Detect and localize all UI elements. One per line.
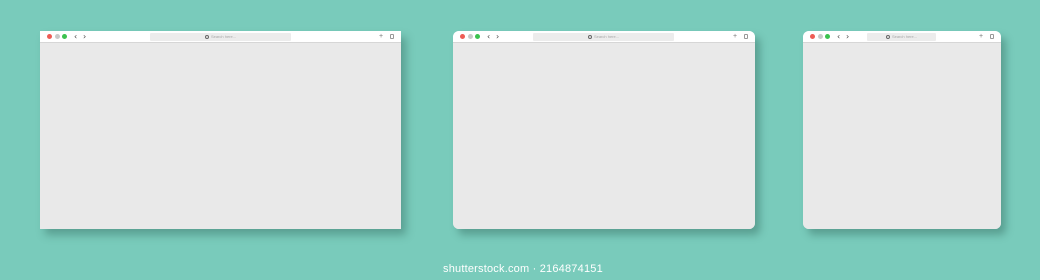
close-button[interactable] [810, 34, 815, 39]
back-arrow-icon[interactable]: ‹ [837, 31, 840, 42]
search-icon [885, 35, 890, 39]
search-icon [587, 35, 592, 39]
browser-window: ‹ › Search here... + [40, 31, 401, 229]
page-viewport[interactable] [40, 43, 401, 229]
maximize-button[interactable] [825, 34, 830, 39]
minimize-button[interactable] [468, 34, 473, 39]
address-bar[interactable]: Search here... [867, 33, 936, 41]
maximize-button[interactable] [62, 34, 67, 39]
forward-arrow-icon[interactable]: › [846, 31, 849, 42]
address-bar[interactable]: Search here... [533, 33, 674, 41]
back-arrow-icon[interactable]: ‹ [487, 31, 490, 42]
close-button[interactable] [460, 34, 465, 39]
search-placeholder: Search here... [891, 34, 918, 39]
minimize-button[interactable] [818, 34, 823, 39]
page-viewport[interactable] [453, 43, 755, 229]
forward-arrow-icon[interactable]: › [83, 31, 86, 42]
browser-toolbar: ‹ › Search here... + [453, 31, 755, 43]
search-placeholder: Search here... [210, 34, 237, 39]
browser-toolbar: ‹ › Search here... + [803, 31, 1001, 43]
maximize-button[interactable] [475, 34, 480, 39]
browser-window: ‹ › Search here... + [453, 31, 755, 229]
search-icon [204, 35, 209, 39]
close-button[interactable] [47, 34, 52, 39]
mockup-canvas: ‹ › Search here... + ‹ › Search here... … [0, 0, 1040, 280]
new-tab-button[interactable]: + [733, 31, 737, 42]
address-bar[interactable]: Search here... [150, 33, 291, 41]
search-placeholder: Search here... [593, 34, 620, 39]
browser-window: ‹ › Search here... + [803, 31, 1001, 229]
browser-toolbar: ‹ › Search here... + [40, 31, 401, 43]
new-tab-button[interactable]: + [979, 31, 983, 42]
minimize-button[interactable] [55, 34, 60, 39]
new-tab-button[interactable]: + [379, 31, 383, 42]
copy-icon[interactable] [990, 34, 994, 39]
watermark: shutterstock.com · 2164874151 [443, 263, 603, 275]
page-viewport[interactable] [803, 43, 1001, 229]
copy-icon[interactable] [390, 34, 394, 39]
forward-arrow-icon[interactable]: › [496, 31, 499, 42]
back-arrow-icon[interactable]: ‹ [74, 31, 77, 42]
copy-icon[interactable] [744, 34, 748, 39]
